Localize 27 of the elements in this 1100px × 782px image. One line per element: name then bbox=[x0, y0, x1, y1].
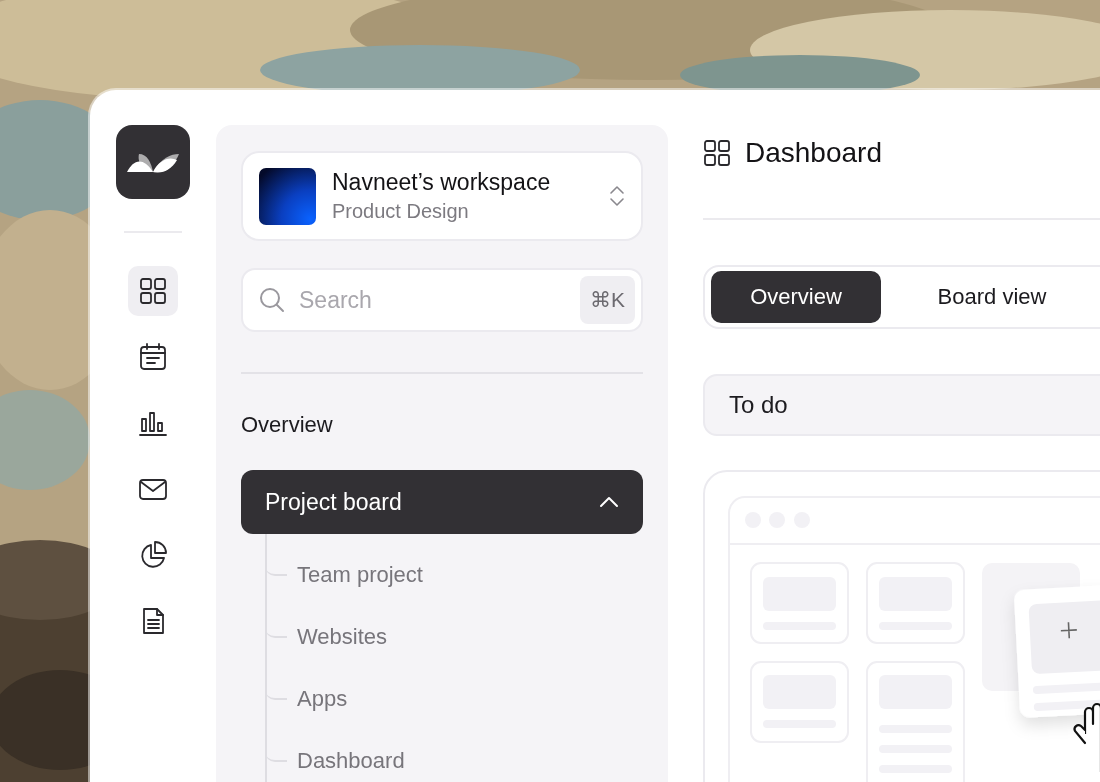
chevron-up-icon bbox=[599, 496, 619, 508]
pie-chart-icon bbox=[139, 541, 167, 569]
tab[interactable]: Overview bbox=[711, 271, 881, 324]
column-title: To do bbox=[729, 391, 788, 420]
workspace-team: Product Design bbox=[332, 200, 470, 223]
grid-icon bbox=[703, 139, 731, 168]
page-title: Dashboard bbox=[745, 137, 882, 170]
nav-subitem[interactable]: Dashboard bbox=[297, 748, 405, 774]
tab[interactable]: Board view bbox=[907, 271, 1077, 324]
grid-icon bbox=[139, 277, 167, 305]
search-field[interactable]: Search ⌘K bbox=[241, 268, 643, 332]
nav-subitem[interactable]: Apps bbox=[297, 686, 348, 712]
calendar-icon bbox=[139, 343, 167, 371]
nav-group-item[interactable]: Project board bbox=[241, 470, 643, 534]
nav-subitem[interactable]: Websites bbox=[297, 624, 388, 650]
shortcut-key: ⌘K bbox=[580, 276, 635, 324]
app-logo[interactable] bbox=[116, 125, 190, 199]
workspace-name: Navneet’s workspace bbox=[332, 169, 552, 196]
section-label: Overview bbox=[241, 412, 334, 438]
nav-button[interactable] bbox=[128, 266, 178, 316]
search-icon bbox=[259, 287, 285, 313]
bar-chart-icon bbox=[139, 409, 167, 437]
workspace-avatar bbox=[259, 167, 316, 225]
workspace-switcher[interactable]: Navneet’s workspace Product Design bbox=[241, 151, 643, 241]
nav-subitem[interactable]: Team project bbox=[297, 562, 423, 588]
chevron-updown-icon bbox=[609, 184, 625, 208]
search-input[interactable]: Search bbox=[297, 285, 568, 315]
